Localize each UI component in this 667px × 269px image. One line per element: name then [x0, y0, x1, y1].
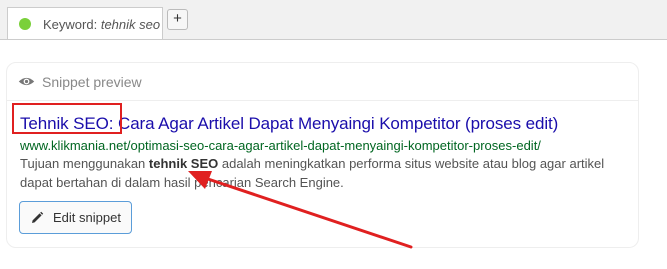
snippet-preview-heading: Snippet preview [42, 73, 142, 90]
eye-icon [18, 76, 35, 87]
serp-url: www.klikmania.net/optimasi-seo-cara-agar… [20, 138, 541, 153]
tab-keyword-text: tehnik seo [100, 16, 161, 32]
tab-bar: Keyword: tehnik seo + [0, 0, 667, 40]
tab-label: Keyword: tehnik seo [43, 17, 160, 32]
serp-desc-before: Tujuan menggunakan [20, 156, 149, 171]
edit-snippet-label: Edit snippet [53, 210, 121, 225]
serp-description: Tujuan menggunakan tehnik SEO adalah men… [20, 154, 620, 192]
pencil-icon [30, 211, 44, 225]
serp-title-link[interactable]: Tehnik SEO: Cara Agar Artikel Dapat Meny… [20, 114, 558, 134]
snippet-preview-header[interactable]: Snippet preview [7, 63, 638, 101]
serp-desc-keyword: tehnik SEO [148, 156, 219, 171]
tab-keyword[interactable]: Keyword: tehnik seo [7, 7, 163, 40]
snippet-panel: Snippet preview Tehnik SEO: Cara Agar Ar… [0, 39, 667, 269]
edit-snippet-button[interactable]: Edit snippet [19, 201, 132, 234]
status-dot-icon [19, 18, 31, 30]
serp-title-keyword: Tehnik SEO: [20, 114, 114, 133]
add-keyword-button[interactable]: + [167, 9, 188, 30]
snippet-preview-card: Snippet preview Tehnik SEO: Cara Agar Ar… [6, 62, 639, 248]
serp-title-rest: Cara Agar Artikel Dapat Menyaingi Kompet… [113, 114, 559, 133]
tab-label-prefix: Keyword: [43, 16, 98, 32]
